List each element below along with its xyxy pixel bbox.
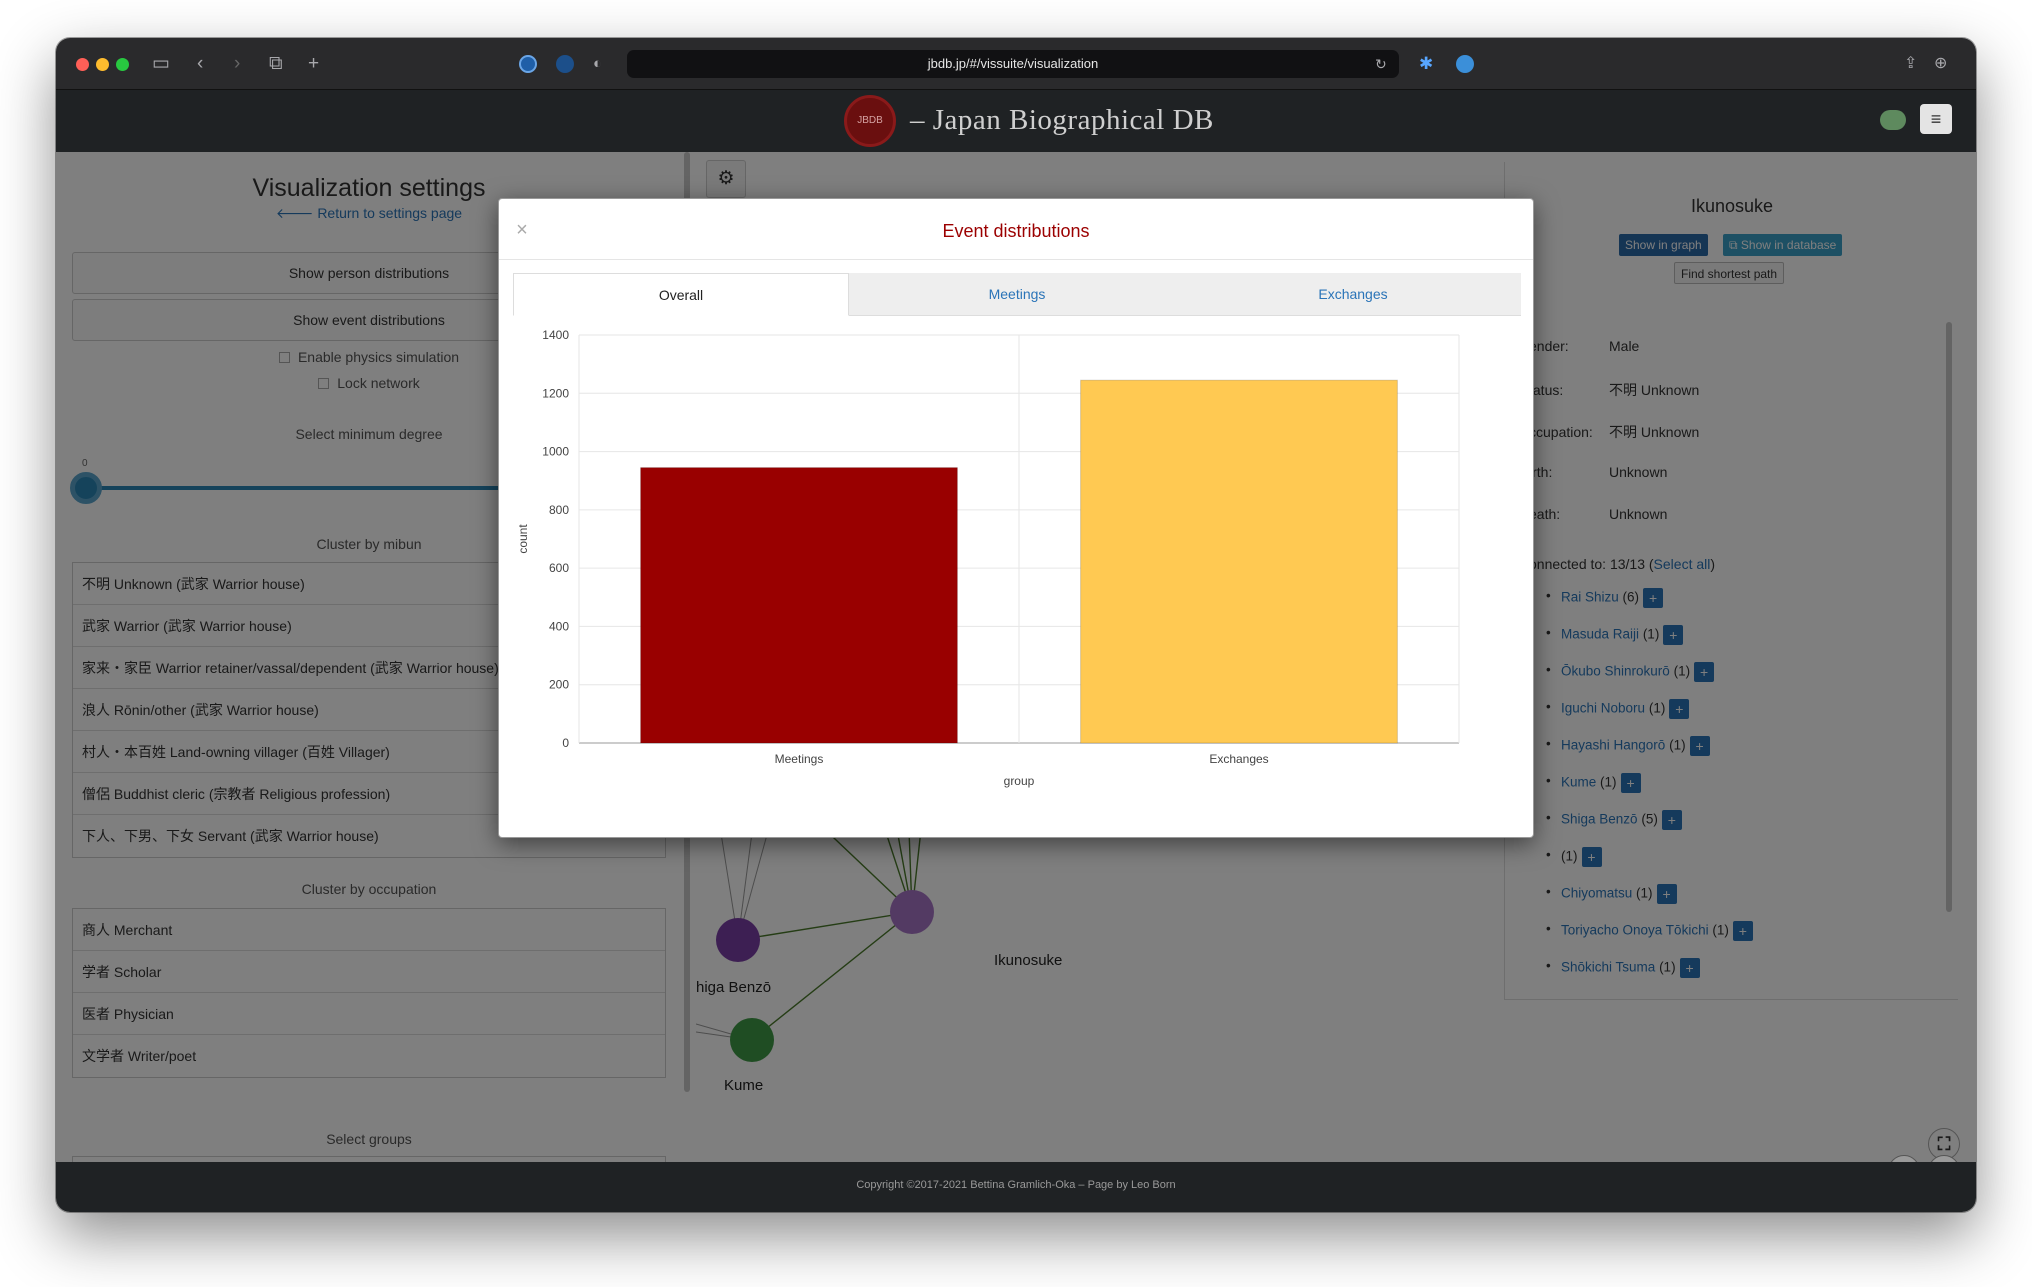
- tabs-overview-icon[interactable]: ⧉: [269, 52, 283, 76]
- event-distribution-bar-chart: 0 200 400 600 800 1000 1200 1400 Meetings Exchang…: [516, 328, 1460, 788]
- x-tick-label: Exchanges: [1209, 752, 1268, 766]
- distribution-tabs: Overall Meetings Exchanges: [513, 273, 1521, 316]
- url-text: jbdb.jp/#/vissuite/visualization: [927, 56, 1099, 71]
- share-icon[interactable]: ⇪: [1904, 52, 1917, 76]
- browser-window: ▭ ‹ › ⧉ + ◐ jbdb.jp/#/vissuite/visualiza…: [56, 38, 1976, 1212]
- close-window-button[interactable]: [76, 58, 89, 71]
- x-axis-label: group: [1004, 774, 1035, 788]
- modal-title: Event distributions: [942, 221, 1090, 241]
- minimize-window-button[interactable]: [96, 58, 109, 71]
- shield-icon[interactable]: ◐: [593, 52, 602, 76]
- y-tick-label: 200: [549, 678, 569, 692]
- bug-extension-icon[interactable]: ✱: [1419, 52, 1433, 76]
- x-tick-label: Meetings: [775, 752, 824, 766]
- y-tick-label: 0: [562, 736, 569, 750]
- back-icon[interactable]: ‹: [197, 52, 203, 76]
- y-tick-label: 400: [549, 619, 569, 633]
- y-tick-label: 1200: [542, 386, 569, 400]
- brand-title: – Japan Biographical DB: [910, 104, 1214, 136]
- y-tick-label: 1000: [542, 445, 569, 459]
- bar-meetings: [640, 467, 958, 744]
- extension-icon[interactable]: [556, 55, 574, 73]
- new-tab-icon[interactable]: +: [308, 52, 319, 76]
- event-distributions-modal: × Event distributions Overall Meetings E…: [498, 198, 1534, 838]
- footer-copyright: Copyright ©2017-2021 Bettina Gramlich-Ok…: [856, 1179, 1176, 1191]
- bar-exchanges: [1080, 379, 1398, 744]
- y-tick-label: 800: [549, 503, 569, 517]
- page-footer: Copyright ©2017-2021 Bettina Gramlich-Ok…: [56, 1162, 1976, 1212]
- y-tick-label: 1400: [542, 328, 569, 342]
- sidebar-toggle-icon[interactable]: ▭: [152, 52, 170, 76]
- reload-icon[interactable]: ↻: [1375, 52, 1387, 76]
- hamburger-icon[interactable]: ≡: [1920, 104, 1952, 134]
- theme-toggle[interactable]: [1880, 110, 1906, 130]
- maximize-window-button[interactable]: [116, 58, 129, 71]
- translate-extension-icon[interactable]: [1456, 55, 1474, 73]
- onepassword-extension-icon[interactable]: [519, 55, 537, 73]
- tab-exchanges[interactable]: Exchanges: [1185, 273, 1521, 316]
- downloads-icon[interactable]: ⊕: [1934, 52, 1947, 76]
- y-axis-label: count: [516, 524, 530, 554]
- jbdb-logo[interactable]: JBDB: [844, 95, 896, 147]
- browser-toolbar: ▭ ‹ › ⧉ + ◐ jbdb.jp/#/vissuite/visualiza…: [56, 38, 1976, 90]
- modal-divider: [499, 259, 1533, 260]
- tab-overall[interactable]: Overall: [513, 273, 849, 316]
- app-header: JBDB – Japan Biographical DB ≡: [56, 90, 1976, 152]
- tab-meetings[interactable]: Meetings: [849, 273, 1185, 316]
- forward-icon[interactable]: ›: [234, 52, 240, 76]
- y-tick-label: 600: [549, 561, 569, 575]
- address-bar[interactable]: jbdb.jp/#/vissuite/visualization ↻: [627, 50, 1399, 78]
